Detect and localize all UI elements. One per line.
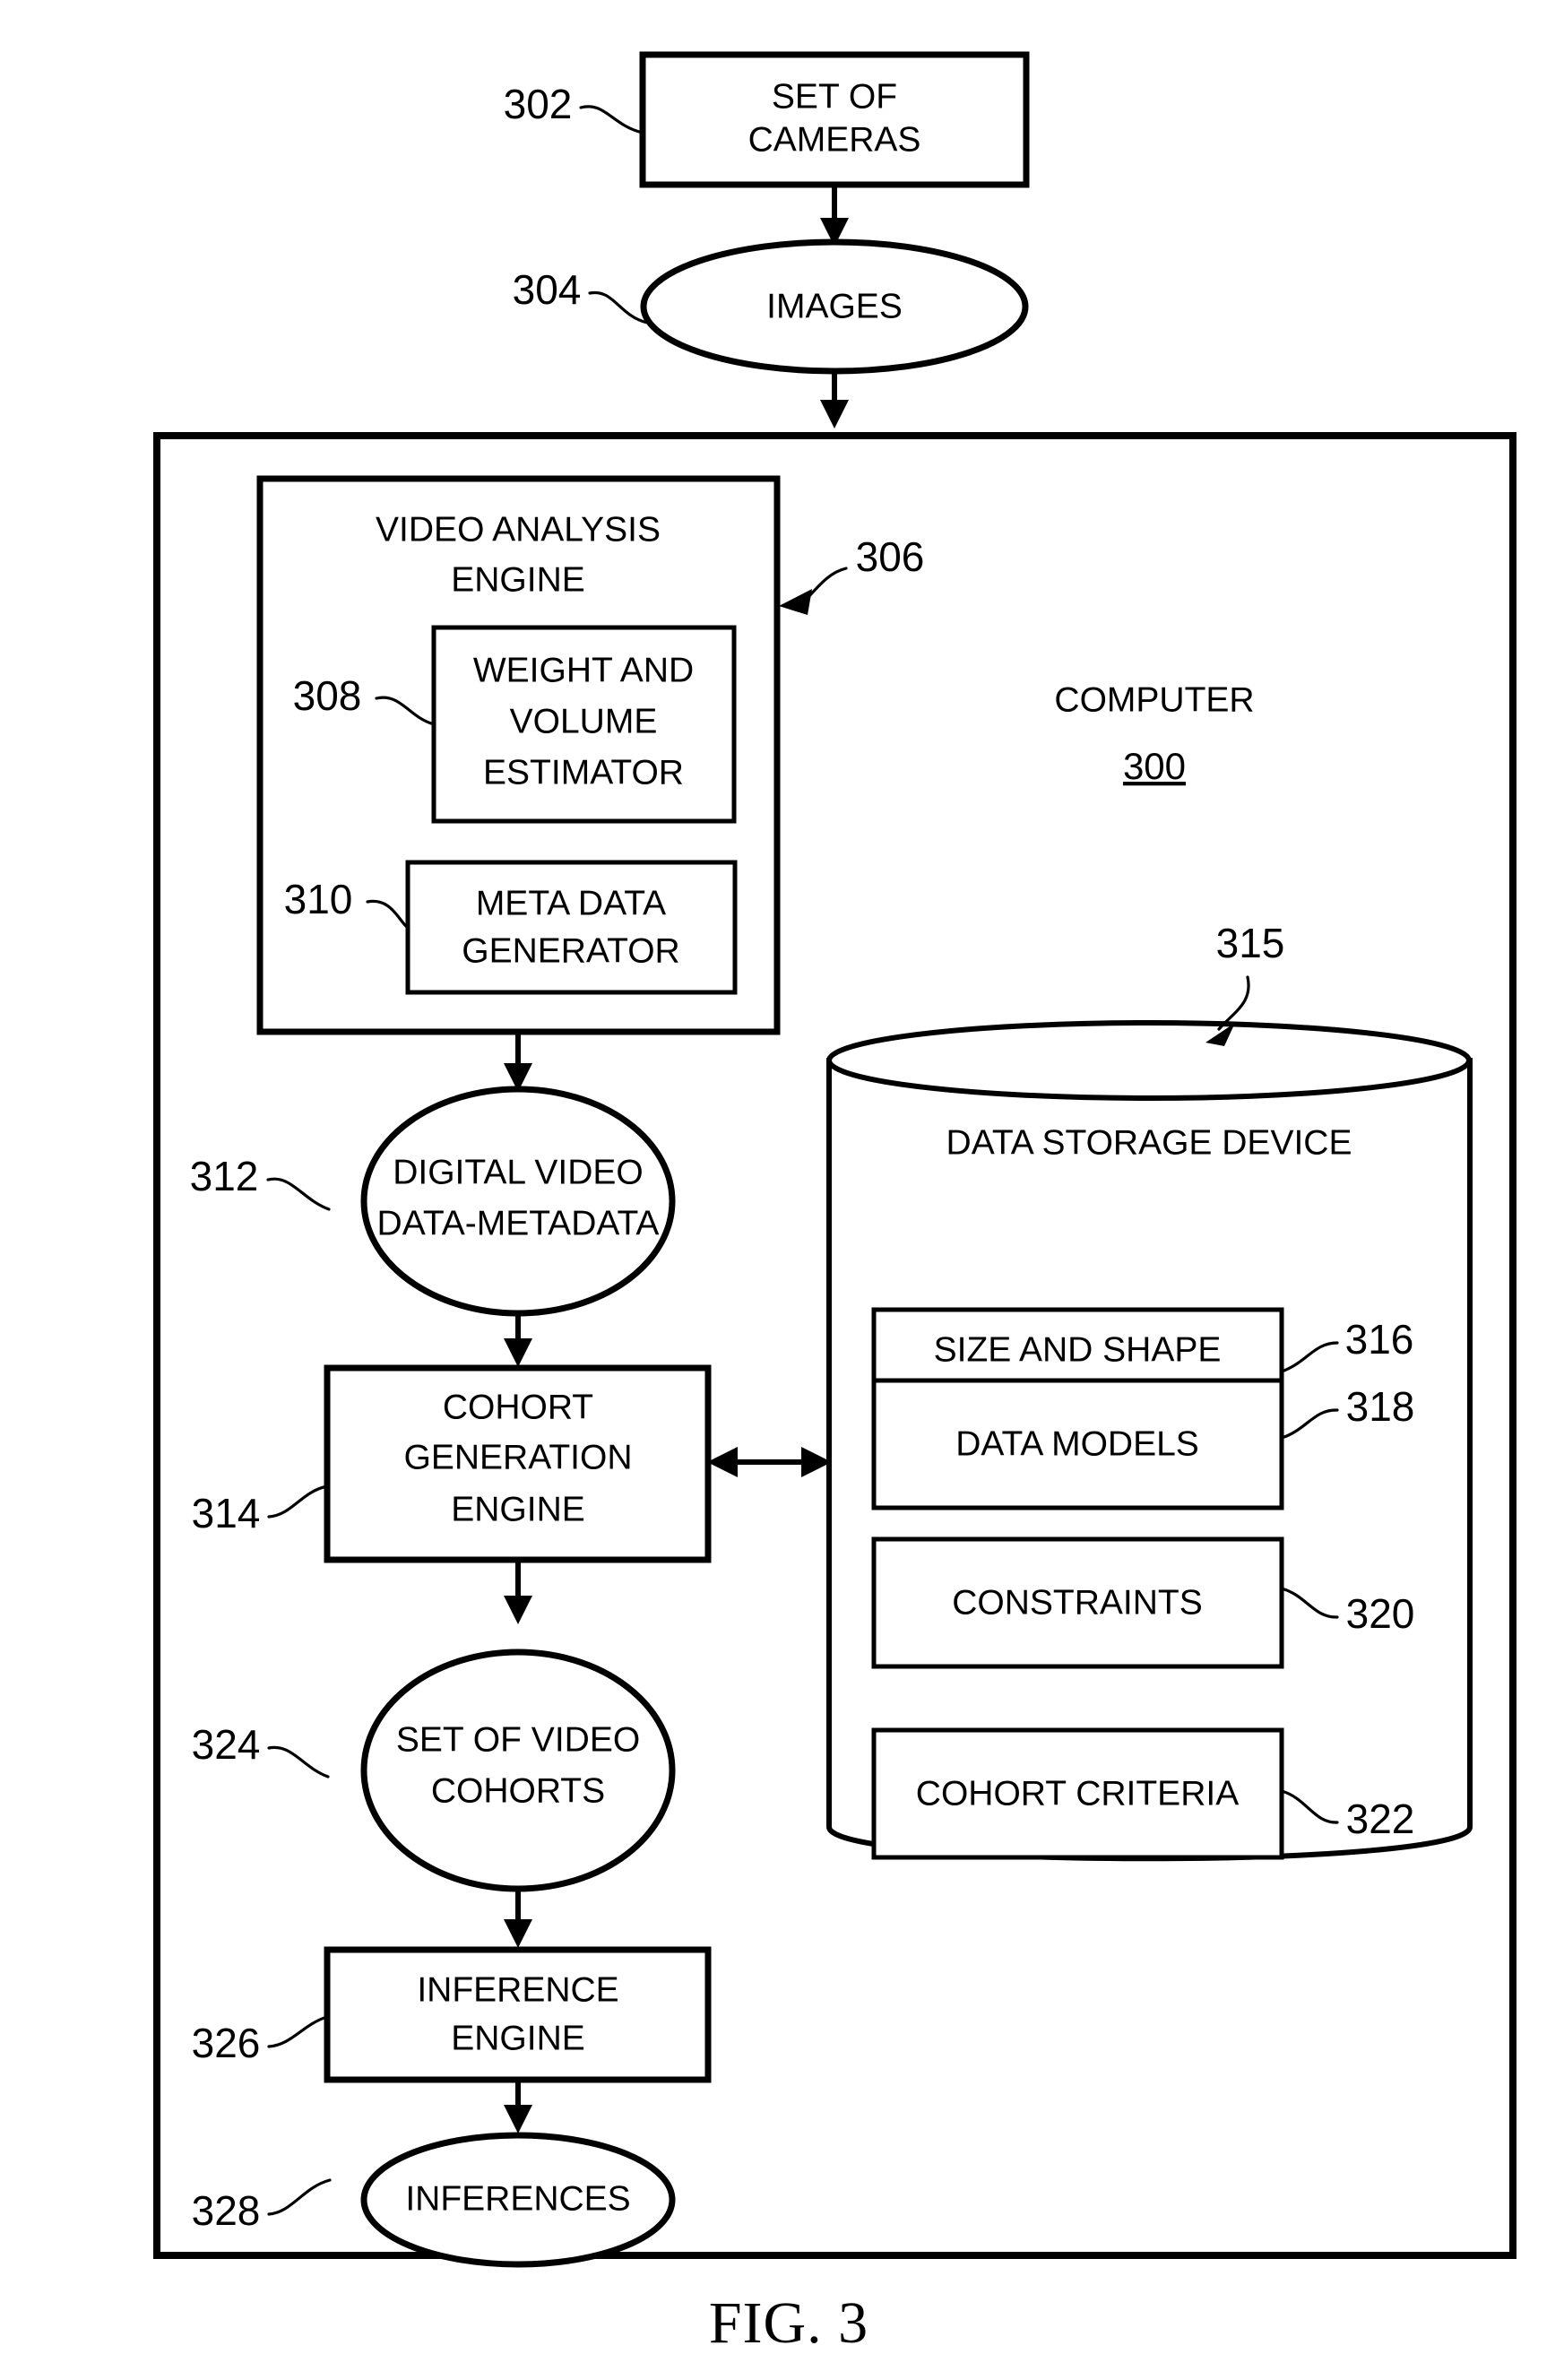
- ref-number-326: 326: [192, 2020, 261, 2066]
- inference-engine-box: [324, 1946, 712, 2083]
- patent-figure: SET OF CAMERAS 302 IMAGES 304 COMPUTER 3…: [0, 0, 1564, 2380]
- ref-number-322: 322: [1346, 1796, 1415, 1842]
- ref-number-302: 302: [504, 81, 573, 127]
- cohort-criteria-label: COHORT CRITERIA: [916, 1774, 1239, 1813]
- ref-number-316: 316: [1345, 1316, 1414, 1363]
- meta-data-generator-box: [405, 860, 738, 995]
- ref-number-320: 320: [1346, 1590, 1415, 1637]
- cohort-generation-engine-label-line2: GENERATION: [404, 1438, 633, 1476]
- set-of-cameras-label-line1: SET OF: [772, 77, 897, 116]
- constraints-label: CONSTRAINTS: [952, 1583, 1203, 1622]
- weight-volume-estimator-label-line2: VOLUME: [510, 702, 658, 740]
- weight-volume-estimator-label-line3: ESTIMATOR: [483, 753, 684, 792]
- inference-engine-label-line1: INFERENCE: [417, 1970, 618, 2009]
- data-models-label: DATA MODELS: [955, 1424, 1199, 1463]
- data-storage-device-label: DATA STORAGE DEVICE: [946, 1123, 1352, 1162]
- leader-line-302: [579, 105, 644, 134]
- data-storage-device-cylinder-top: [826, 1020, 1472, 1101]
- ref-number-308: 308: [293, 672, 362, 719]
- inference-engine-label-line2: ENGINE: [451, 2019, 585, 2057]
- meta-data-generator-label-line2: GENERATOR: [462, 931, 679, 970]
- cohort-generation-engine-label-line1: COHORT: [443, 1388, 593, 1426]
- ref-number-310: 310: [284, 876, 353, 922]
- set-of-video-cohorts-ellipse: [360, 1649, 676, 1892]
- ref-number-314: 314: [192, 1490, 261, 1536]
- arrowhead-images-to-computer: [820, 400, 849, 428]
- digital-video-metadata-ellipse: [360, 1086, 676, 1317]
- meta-data-generator-label-line1: META DATA: [476, 884, 666, 922]
- set-of-video-cohorts-label-line2: COHORTS: [431, 1771, 605, 1810]
- digital-video-metadata-label-line2: DATA-METADATA: [377, 1204, 660, 1242]
- cohort-generation-engine-label-line3: ENGINE: [451, 1490, 585, 1528]
- computer-ref-number: 300: [1123, 745, 1186, 787]
- ref-number-324: 324: [192, 1721, 261, 1768]
- weight-volume-estimator-label-line1: WEIGHT AND: [473, 651, 694, 689]
- ref-number-315: 315: [1216, 920, 1285, 966]
- leader-line-304: [588, 290, 649, 325]
- ref-number-328: 328: [192, 2187, 261, 2234]
- video-analysis-engine-label-line1: VIDEO ANALYSIS: [376, 510, 661, 549]
- ref-number-304: 304: [513, 266, 582, 313]
- video-analysis-engine-label-line2: ENGINE: [451, 560, 585, 599]
- set-of-cameras-label-line2: CAMERAS: [748, 120, 921, 159]
- diagram-canvas: SET OF CAMERAS 302 IMAGES 304 COMPUTER 3…: [153, 51, 1516, 2356]
- size-and-shape-patterns-label-line1: SIZE AND SHAPE: [934, 1330, 1222, 1369]
- set-of-video-cohorts-label-line1: SET OF VIDEO: [396, 1720, 640, 1759]
- digital-video-metadata-label-line1: DIGITAL VIDEO: [393, 1153, 644, 1191]
- ref-number-306: 306: [856, 533, 925, 580]
- ref-number-318: 318: [1346, 1383, 1415, 1430]
- ref-number-312: 312: [190, 1153, 259, 1199]
- computer-title-label: COMPUTER: [1054, 680, 1254, 719]
- inferences-label: INFERENCES: [405, 2179, 630, 2218]
- figure-caption: FIG. 3: [709, 2290, 868, 2356]
- images-label: IMAGES: [766, 287, 903, 325]
